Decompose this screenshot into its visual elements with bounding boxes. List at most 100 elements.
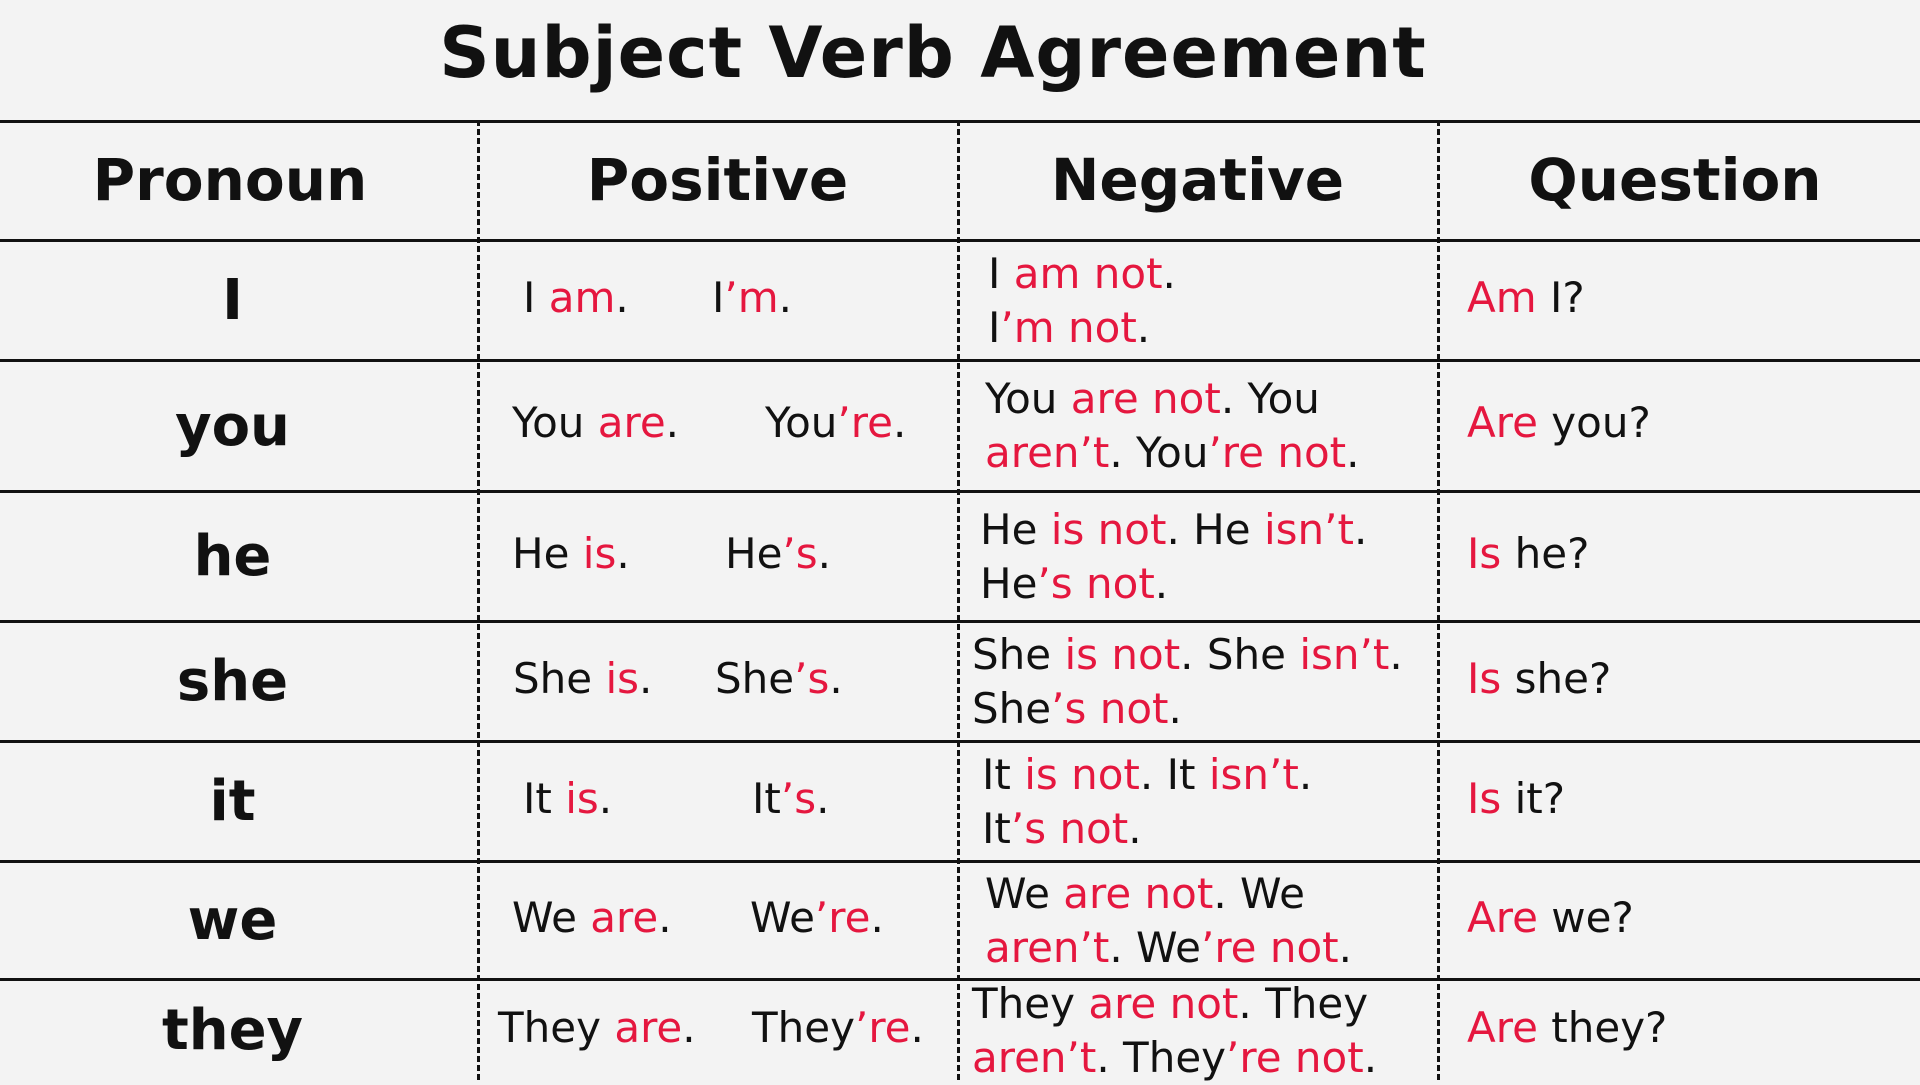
text-segment: .: [1168, 683, 1182, 733]
pronoun-cell: you: [175, 393, 290, 459]
text-segment: .: [1346, 428, 1360, 477]
text-segment: She: [715, 653, 795, 703]
text-segment: .: [1298, 749, 1313, 799]
verb-highlight: ’re not: [1200, 922, 1339, 972]
text-segment: .: [817, 528, 832, 578]
text-segment: He: [725, 528, 783, 578]
column-divider: [477, 120, 480, 1080]
negative-cell: They are not. They aren’t. They’re not.: [972, 977, 1377, 1085]
positive-contraction: I’m.: [712, 273, 792, 322]
negative-line: I’m not.: [988, 301, 1176, 355]
header-pronoun: Pronoun: [92, 146, 368, 214]
verb-highlight: ’m: [724, 272, 779, 322]
verb-highlight: ’s not: [1051, 683, 1169, 733]
text-segment: .: [665, 398, 680, 447]
verb-highlight: are not: [1070, 374, 1221, 423]
verb-highlight: ’s not: [1037, 558, 1155, 608]
text-segment: .: [778, 272, 793, 322]
negative-line: aren’t. You’re not.: [985, 426, 1359, 480]
negative-cell: You are not. You aren’t. You’re not.: [985, 372, 1359, 480]
negative-line: You are not. You: [985, 372, 1359, 426]
text-segment: .: [658, 892, 672, 942]
pronoun-cell: I: [222, 268, 243, 333]
verb-highlight: ’s not: [1010, 803, 1129, 853]
verb-highlight: ’re not: [1208, 428, 1347, 477]
verb-highlight: am not: [1013, 248, 1163, 298]
negative-line: He is not. He isn’t.: [980, 503, 1367, 557]
text-segment: I: [988, 248, 1014, 298]
positive-full: We are.: [512, 893, 672, 942]
text-segment: I: [523, 272, 549, 322]
positive-contraction: We’re.: [750, 893, 884, 942]
positive-full: He is.: [512, 529, 630, 578]
verb-highlight: are: [614, 1002, 683, 1052]
verb-highlight: are: [597, 398, 666, 447]
text-segment: It: [982, 803, 1011, 853]
text-segment: he?: [1501, 528, 1590, 578]
text-segment: .: [1162, 248, 1176, 298]
text-segment: You: [985, 374, 1071, 423]
positive-full: It is.: [523, 774, 612, 823]
verb-highlight: am: [548, 272, 616, 322]
text-segment: . You: [1220, 374, 1320, 423]
text-segment: . You: [1109, 428, 1209, 477]
positive-contraction: They’re.: [752, 1003, 924, 1052]
text-segment: you?: [1537, 398, 1651, 447]
pronoun-cell: it: [209, 769, 256, 834]
text-segment: . We: [1213, 868, 1305, 918]
pronoun-cell: she: [176, 649, 289, 714]
verb-highlight: ’m not: [1000, 302, 1137, 352]
text-segment: .: [1353, 504, 1368, 554]
text-segment: She: [972, 683, 1052, 733]
pronoun-cell: they: [161, 998, 304, 1063]
text-segment: . They: [1096, 1032, 1227, 1082]
text-segment: .: [1338, 922, 1352, 972]
verb-highlight: Is: [1467, 653, 1502, 703]
verb-highlight: is not: [1024, 749, 1140, 799]
text-segment: I: [712, 272, 725, 322]
verb-highlight: is not: [1064, 629, 1181, 679]
negative-cell: I am not. I’m not.: [988, 247, 1176, 355]
verb-highlight: ’re: [837, 398, 893, 447]
text-segment: .: [870, 892, 884, 942]
verb-highlight: are not: [1088, 978, 1239, 1028]
verb-highlight: is: [605, 653, 640, 703]
text-segment: He: [512, 528, 583, 578]
verb-highlight: Are: [1467, 1002, 1538, 1052]
verb-highlight: Is: [1467, 528, 1502, 578]
pronoun-cell: we: [187, 888, 278, 953]
text-segment: .: [1363, 1032, 1378, 1082]
negative-cell: He is not. He isn’t. He’s not.: [980, 503, 1367, 611]
text-segment: .: [1128, 803, 1142, 853]
negative-line: She’s not.: [972, 682, 1403, 736]
positive-full: They are.: [498, 1003, 696, 1052]
positive-full: She is.: [513, 654, 652, 703]
negative-cell: She is not. She isn’t. She’s not.: [972, 628, 1403, 736]
verb-highlight: Are: [1467, 398, 1538, 447]
text-segment: She: [513, 653, 606, 703]
header-negative: Negative: [1050, 146, 1345, 214]
positive-contraction: She’s.: [715, 654, 843, 703]
verb-highlight: ’re: [854, 1002, 911, 1052]
text-segment: they?: [1537, 1002, 1668, 1052]
question-cell: Is she?: [1467, 654, 1611, 703]
negative-cell: It is not. It isn’t. It’s not.: [982, 748, 1312, 856]
text-segment: .: [1136, 302, 1151, 352]
text-segment: You: [512, 398, 598, 447]
text-segment: it?: [1501, 773, 1566, 823]
verb-highlight: aren’t: [985, 922, 1110, 972]
verb-highlight: aren’t: [972, 1032, 1097, 1082]
text-segment: I?: [1536, 272, 1585, 322]
text-segment: He: [980, 558, 1038, 608]
text-segment: . They: [1238, 978, 1369, 1028]
page-title: Subject Verb Agreement: [439, 12, 1427, 94]
text-segment: .: [1154, 558, 1169, 608]
verb-highlight: are not: [1063, 868, 1214, 918]
question-cell: Is it?: [1467, 774, 1565, 823]
text-segment: He: [980, 504, 1051, 554]
positive-full: I am.: [523, 273, 629, 322]
negative-line: aren’t. We’re not.: [985, 921, 1352, 975]
verb-highlight: Is: [1467, 773, 1502, 823]
text-segment: .: [615, 272, 629, 322]
negative-line: It’s not.: [982, 802, 1312, 856]
